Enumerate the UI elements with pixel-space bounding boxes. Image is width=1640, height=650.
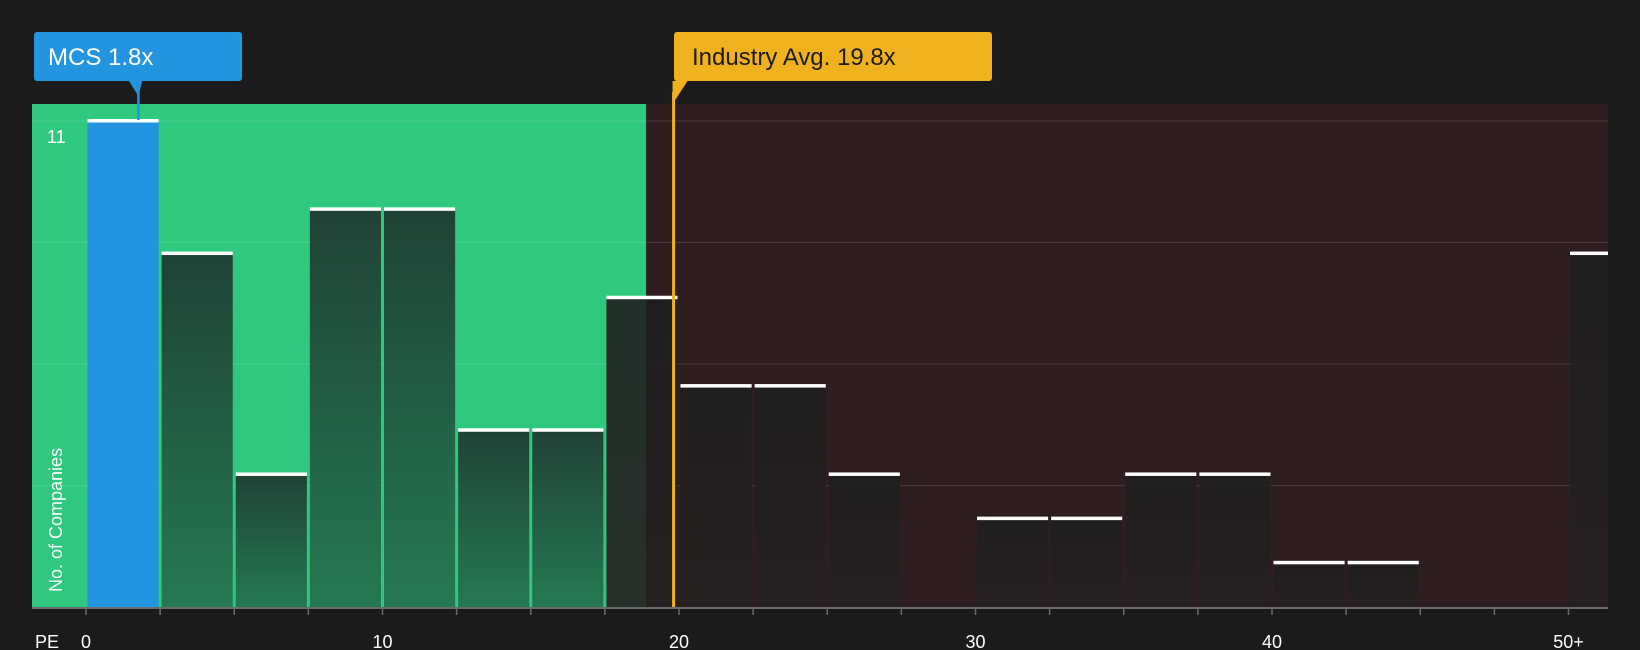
histogram-bar (1347, 562, 1419, 607)
company-callout-notch (128, 80, 143, 96)
x-tick-label: 10 (372, 632, 392, 650)
x-tick-label: 40 (1262, 632, 1282, 650)
histogram-bar (977, 518, 1049, 607)
bar-cap (87, 119, 159, 123)
y-axis-title: No. of Companies (46, 448, 66, 592)
histogram-bar (1051, 518, 1123, 607)
bar-cap (1051, 516, 1123, 521)
pe-distribution-chart: 0 10 20 30 40 50+ 11 No. of Companies PE MCS … (0, 0, 1640, 650)
x-tick-label: 50+ (1553, 632, 1584, 650)
bar-cap (1347, 560, 1419, 565)
histogram-bar (1125, 474, 1197, 607)
bar-cap (977, 516, 1049, 521)
histogram-bar (1199, 474, 1271, 607)
histogram-bar (87, 121, 159, 607)
bar-cap (606, 295, 678, 300)
x-tick-label: 0 (81, 632, 91, 650)
x-tick-label: 20 (669, 632, 689, 650)
histogram-bar (1570, 253, 1608, 607)
bar-cap (680, 384, 752, 388)
bar-cap (532, 428, 604, 432)
histogram-bar (680, 386, 752, 607)
histogram-bar (384, 209, 456, 607)
bar-cap (458, 428, 530, 432)
x-tick-label: 30 (965, 632, 985, 650)
bar-cap (384, 207, 456, 211)
company-label: MCS 1.8x (48, 44, 153, 71)
bar-cap (161, 251, 233, 256)
histogram-bar (235, 474, 307, 607)
chart-canvas: 0 10 20 30 40 50+ 11 No. of Companies PE MCS … (32, 32, 1608, 650)
bar-cap (309, 207, 381, 211)
histogram-bar (532, 430, 604, 607)
bar-cap (754, 384, 826, 388)
bar-cap (1273, 560, 1345, 565)
histogram-bar (754, 386, 826, 607)
x-axis-title: PE (35, 632, 59, 650)
y-max-label: 11 (47, 127, 66, 147)
bar-cap (1570, 251, 1608, 256)
bar-cap (828, 472, 900, 476)
bar-cap (1199, 472, 1271, 476)
histogram-bar (458, 430, 530, 607)
x-axis-ticks: 0 10 20 30 40 50+ (81, 607, 1584, 650)
histogram-bar (828, 474, 900, 607)
histogram-bar (1273, 562, 1345, 607)
histogram-bar (309, 209, 381, 607)
histogram-bar (606, 297, 678, 607)
bar-cap (235, 472, 307, 476)
industry-callout: Industry Avg. 19.8x (672, 32, 992, 104)
bar-cap (1125, 472, 1197, 476)
histogram-bar (161, 253, 233, 607)
industry-average-label: Industry Avg. 19.8x (692, 44, 896, 71)
